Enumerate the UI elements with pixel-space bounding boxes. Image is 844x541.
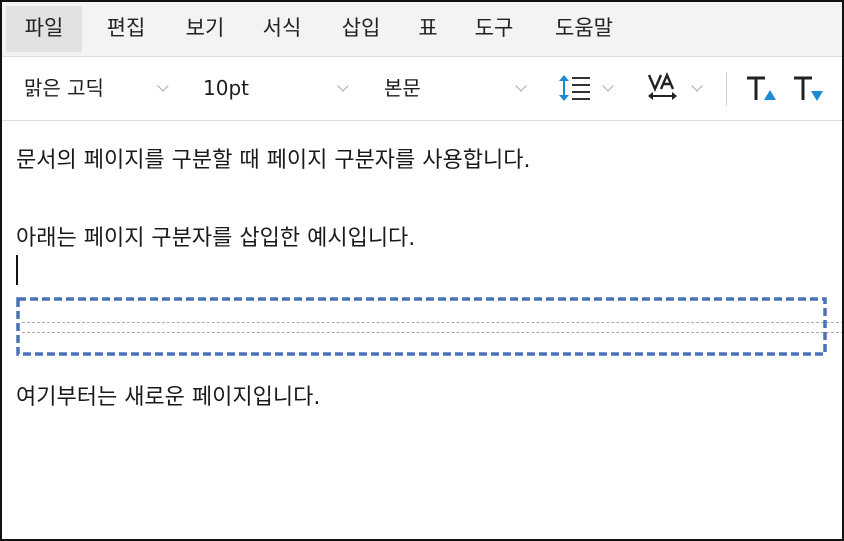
menu-view[interactable]: 보기 [170, 6, 240, 52]
page-break-highlight[interactable] [16, 297, 827, 356]
menu-table[interactable]: 표 [406, 6, 450, 52]
formatting-toolbar: 맑은 고딕 10pt 본문 [2, 57, 842, 121]
line-spacing-icon [559, 75, 590, 101]
editor-window: 파일 편집 보기 서식 삽입 표 도구 도움말 맑은 고딕 10pt 본문 문서… [0, 0, 844, 541]
paragraph-style-value: 본문 [384, 76, 421, 100]
superscript-icon[interactable] [745, 75, 779, 105]
document-line: 여기부터는 새로운 페이지입니다. [16, 385, 321, 410]
menu-bar: 파일 편집 보기 서식 삽입 표 도구 도움말 [2, 2, 842, 57]
chevron-down-icon [602, 80, 614, 92]
chevron-down-icon [515, 80, 527, 92]
toolbar-separator [726, 72, 727, 106]
chevron-down-icon [691, 80, 703, 92]
chevron-down-icon [337, 80, 349, 92]
menu-file[interactable]: 파일 [6, 6, 82, 52]
font-size-value: 10pt [203, 76, 249, 100]
menu-tools[interactable]: 도구 [459, 6, 529, 52]
menu-insert[interactable]: 삽입 [325, 6, 397, 52]
document-line: 아래는 페이지 구분자를 삽입한 예시입니다. [16, 226, 416, 251]
char-spacing-icon [647, 71, 677, 100]
chevron-down-icon [157, 80, 169, 92]
document-line: 문서의 페이지를 구분할 때 페이지 구분자를 사용합니다. [16, 148, 531, 173]
menu-help[interactable]: 도움말 [538, 6, 630, 52]
menu-edit[interactable]: 편집 [91, 6, 161, 52]
subscript-icon[interactable] [792, 75, 826, 105]
menu-format[interactable]: 서식 [247, 6, 317, 52]
text-caret [16, 255, 18, 285]
font-name-value: 맑은 고딕 [24, 76, 104, 100]
